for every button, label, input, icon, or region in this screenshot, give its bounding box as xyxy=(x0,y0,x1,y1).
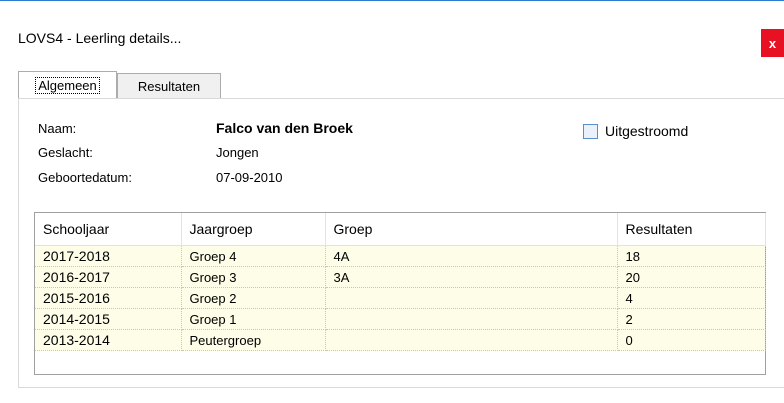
cell-schooljaar: 2015-2016 xyxy=(35,287,182,309)
close-button[interactable]: x xyxy=(761,29,784,57)
name-value: Falco van den Broek xyxy=(216,120,353,136)
gender-value: Jongen xyxy=(216,145,259,160)
tab-resultaten[interactable]: Resultaten xyxy=(117,73,221,98)
cell-schooljaar: 2016-2017 xyxy=(35,266,182,288)
cell-groep: 4A xyxy=(325,245,618,267)
cell-groep: 3A xyxy=(325,266,618,288)
tab-label: Algemeen xyxy=(35,76,100,94)
name-label: Naam: xyxy=(38,121,77,136)
student-details-window: LOVS4 - Leerling details... x Algemeen R… xyxy=(0,0,784,403)
table-header-row: Schooljaar Jaargroep Groep Resultaten xyxy=(35,213,766,246)
cell-schooljaar: 2017-2018 xyxy=(35,245,182,267)
table-row[interactable]: 2015-2016 Groep 2 4 xyxy=(35,287,766,309)
title-bar: LOVS4 - Leerling details... x xyxy=(0,1,784,59)
results-table: Schooljaar Jaargroep Groep Resultaten 20… xyxy=(35,213,766,351)
cell-resultaten: 20 xyxy=(617,266,766,288)
cell-schooljaar: 2013-2014 xyxy=(35,329,182,351)
birthdate-value: 07-09-2010 xyxy=(216,170,283,185)
cell-resultaten: 0 xyxy=(617,329,766,351)
table-row[interactable]: 2016-2017 Groep 3 3A 20 xyxy=(35,266,766,288)
cell-resultaten: 4 xyxy=(617,287,766,309)
cell-schooljaar: 2014-2015 xyxy=(35,308,182,330)
window-title: LOVS4 - Leerling details... xyxy=(18,30,182,46)
cell-groep xyxy=(325,308,618,330)
cell-jaargroep: Peutergroep xyxy=(181,329,326,351)
results-grid[interactable]: Schooljaar Jaargroep Groep Resultaten 20… xyxy=(34,212,766,375)
column-header-jaargroep[interactable]: Jaargroep xyxy=(181,213,326,246)
tab-algemeen[interactable]: Algemeen xyxy=(18,71,117,98)
table-row[interactable]: 2014-2015 Groep 1 2 xyxy=(35,308,766,330)
cell-jaargroep: Groep 3 xyxy=(181,266,326,288)
birthdate-label: Geboortedatum: xyxy=(38,170,132,185)
gender-label: Geslacht: xyxy=(38,145,93,160)
outflow-checkbox-group[interactable]: Uitgestroomd xyxy=(583,123,688,139)
column-header-resultaten[interactable]: Resultaten xyxy=(617,213,766,246)
column-header-schooljaar[interactable]: Schooljaar xyxy=(35,213,182,246)
cell-jaargroep: Groep 4 xyxy=(181,245,326,267)
tab-label: Resultaten xyxy=(137,78,201,94)
column-header-groep[interactable]: Groep xyxy=(325,213,618,246)
cell-resultaten: 18 xyxy=(617,245,766,267)
table-row[interactable]: 2013-2014 Peutergroep 0 xyxy=(35,329,766,351)
cell-groep xyxy=(325,287,618,309)
cell-resultaten: 2 xyxy=(617,308,766,330)
outflow-checkbox[interactable] xyxy=(583,123,598,139)
outflow-label: Uitgestroomd xyxy=(605,123,689,139)
table-row[interactable]: 2017-2018 Groep 4 4A 18 xyxy=(35,245,766,267)
cell-groep xyxy=(325,329,618,351)
cell-jaargroep: Groep 2 xyxy=(181,287,326,309)
cell-jaargroep: Groep 1 xyxy=(181,308,326,330)
